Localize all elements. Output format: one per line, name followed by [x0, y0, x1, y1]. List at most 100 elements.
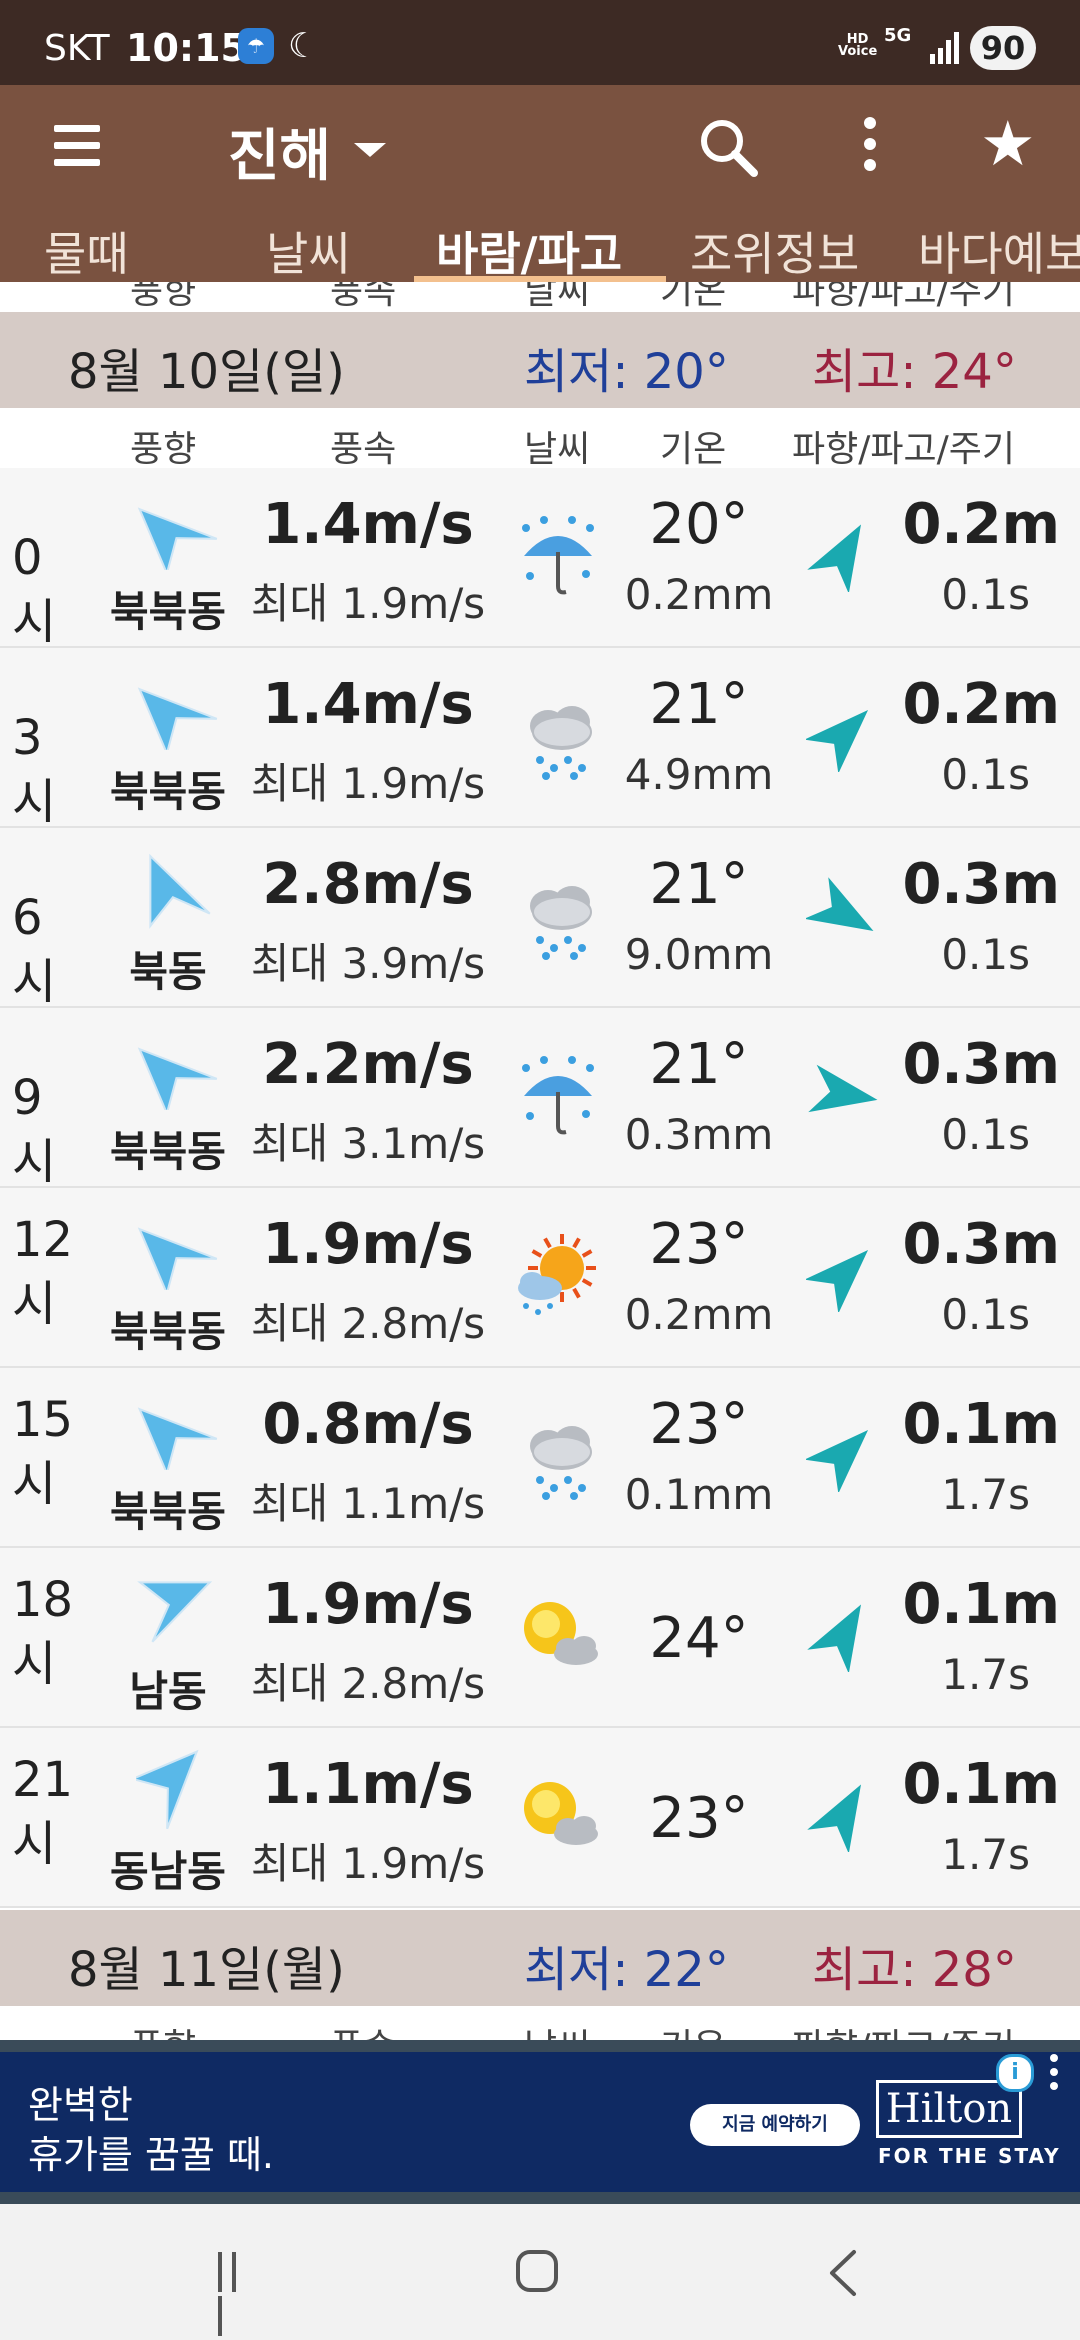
hd-voice-icon: HD Voice	[838, 32, 878, 59]
hour-label: 15시	[12, 1392, 74, 1512]
more-vert-icon[interactable]	[862, 117, 878, 177]
day-header: 8월 11일(월) 최저: 22° 최고: 28°	[0, 1910, 1080, 2006]
wind-gust: 최대 1.1m/s	[250, 1479, 486, 1528]
ad-panel[interactable]: 완벽한 휴가를 꿈꿀 때. 지금 예약하기 Hilton FOR THE STA…	[0, 2052, 1080, 2192]
column-header: 풍향 풍속 날씨 기온 파향/파고/주기	[0, 2010, 1080, 2040]
forecast-row: 12시 북북동 1.9m/s 최대 2.8m/s 23° 0.2mm 0.3m 0.1s	[0, 1188, 1080, 1368]
wind-direction-label: 북북동	[110, 1487, 226, 1536]
wind-direction-arrow-icon	[136, 1208, 218, 1297]
temperature: 23°	[649, 1212, 749, 1277]
wave-period: 1.7s	[941, 1830, 1030, 1879]
wave-height: 0.2m	[902, 492, 1060, 557]
sun-cloud-icon	[510, 1768, 606, 1864]
forecast-row: 0시 북북동 1.4m/s 최대 1.9m/s 20° 0.2mm 0.2m 0.1s	[0, 468, 1080, 650]
wind-direction-label: 북북동	[110, 1127, 226, 1176]
carrier-label: SKT	[44, 28, 110, 69]
forecast-row: 9시 북북동 2.2m/s 최대 3.1m/s 21° 0.3mm 0.3m 0.1s	[0, 1008, 1080, 1190]
ad-cta-button[interactable]: 지금 예약하기	[690, 2104, 860, 2146]
col-temperature: 기온	[660, 429, 727, 470]
wind-gust: 최대 1.9m/s	[250, 579, 486, 628]
hour-label: 0시	[12, 530, 57, 650]
hour-label: 18시	[12, 1572, 74, 1692]
tab-sea-forecast[interactable]: 바다예보	[918, 218, 1080, 282]
temperature: 21°	[649, 672, 749, 737]
hour-label: 12시	[12, 1212, 74, 1332]
tab-tide[interactable]: 물때	[44, 218, 129, 282]
wind-gust: 최대 3.1m/s	[250, 1119, 486, 1168]
ad-banner[interactable]: 완벽한 휴가를 꿈꿀 때. 지금 예약하기 Hilton FOR THE STA…	[0, 2040, 1080, 2204]
ad-info-icon[interactable]: i	[996, 2054, 1034, 2092]
hour-label: 9시	[12, 1070, 57, 1190]
day-min-temp: 최저: 20°	[524, 344, 729, 400]
rainfall: 0.3mm	[624, 1110, 774, 1159]
col-wind-speed: 풍속	[330, 429, 397, 470]
wave-height: 0.2m	[902, 672, 1060, 737]
wind-speed: 1.9m/s	[262, 1212, 474, 1277]
wind-direction-label: 북동	[129, 947, 207, 996]
temperature: 23°	[649, 1786, 749, 1851]
wave-period: 1.7s	[941, 1470, 1030, 1519]
wave-height: 0.1m	[902, 1392, 1060, 1457]
ad-tagline: FOR THE STAY	[878, 2144, 1061, 2168]
cloud-rain-icon	[510, 688, 606, 784]
hour-label: 6시	[12, 890, 57, 1010]
wave-direction-arrow-icon	[806, 1596, 882, 1674]
wave-period: 0.1s	[941, 750, 1030, 799]
wave-direction-arrow-icon	[806, 1776, 882, 1854]
wind-speed: 1.9m/s	[262, 1572, 474, 1637]
forecast-row: 6시 북동 2.8m/s 최대 3.9m/s 21° 9.0mm 0.3m 0.1s	[0, 828, 1080, 1010]
wind-gust: 최대 1.9m/s	[250, 1839, 486, 1888]
star-icon[interactable]: ★	[980, 113, 1036, 175]
wind-speed: 1.4m/s	[262, 672, 474, 737]
rainfall: 9.0mm	[624, 930, 774, 979]
tab-weather[interactable]: 날씨	[266, 218, 351, 282]
home-icon[interactable]	[516, 2250, 558, 2292]
tab-wind-wave[interactable]: 바람/파고	[436, 218, 622, 282]
wave-direction-arrow-icon	[804, 876, 882, 952]
tab-tide-level[interactable]: 조위정보	[690, 218, 859, 282]
ad-options-icon[interactable]	[1050, 2054, 1060, 2096]
wind-speed: 1.4m/s	[262, 492, 474, 557]
rainfall: 0.1mm	[624, 1470, 774, 1519]
location-title[interactable]: 진해	[228, 111, 331, 192]
wind-direction-label: 동남동	[110, 1847, 226, 1896]
rainfall: 0.2mm	[624, 1290, 774, 1339]
forecast-list[interactable]: 풍향 풍속 날씨 기온 파향/파고/주기 8월 10일(일) 최저: 20° 최…	[0, 282, 1080, 2040]
system-nav-bar	[0, 2204, 1080, 2340]
moon-icon: ☾	[288, 26, 319, 66]
rainfall: 0.2mm	[624, 570, 774, 619]
wind-direction-arrow-icon	[136, 1568, 218, 1650]
wind-gust: 최대 2.8m/s	[250, 1659, 486, 1708]
wind-gust: 최대 2.8m/s	[250, 1299, 486, 1348]
clock: 10:15	[126, 26, 247, 70]
wind-direction-arrow-icon	[136, 1028, 218, 1117]
hour-label: 3시	[12, 710, 57, 830]
wind-direction-label: 북북동	[110, 587, 226, 636]
wind-direction-arrow-icon	[129, 1748, 218, 1830]
day-min-temp: 최저: 22°	[524, 1942, 729, 1998]
day-max-temp: 최고: 24°	[812, 344, 1017, 400]
col-wind-dir: 풍향	[130, 429, 197, 470]
forecast-row: 3시 북북동 1.4m/s 최대 1.9m/s 21° 4.9mm 0.2m 0.1s	[0, 648, 1080, 830]
recent-apps-icon[interactable]	[218, 2252, 258, 2336]
day-max-temp: 최고: 28°	[812, 1942, 1017, 1998]
hour-label: 21시	[12, 1752, 74, 1872]
menu-icon[interactable]	[54, 125, 100, 171]
wind-speed: 2.2m/s	[262, 1032, 474, 1097]
ad-brand-logo: Hilton	[876, 2080, 1022, 2138]
back-icon[interactable]	[824, 2248, 860, 2298]
wave-height: 0.3m	[902, 852, 1060, 917]
dropdown-caret-icon[interactable]	[354, 143, 386, 157]
day-header: 8월 10일(일) 최저: 20° 최고: 24°	[0, 312, 1080, 408]
rain-umbrella-icon	[510, 1048, 606, 1144]
wave-height: 0.3m	[902, 1212, 1060, 1277]
rainfall: 4.9mm	[624, 750, 774, 799]
search-icon[interactable]	[696, 115, 760, 179]
wave-period: 0.1s	[941, 1290, 1030, 1339]
wind-direction-arrow-icon	[136, 668, 218, 757]
temperature: 20°	[649, 492, 749, 557]
5g-icon: 5G	[884, 25, 912, 46]
wind-direction-label: 북북동	[110, 767, 226, 816]
temperature: 21°	[649, 852, 749, 917]
col-weather: 날씨	[524, 429, 591, 470]
